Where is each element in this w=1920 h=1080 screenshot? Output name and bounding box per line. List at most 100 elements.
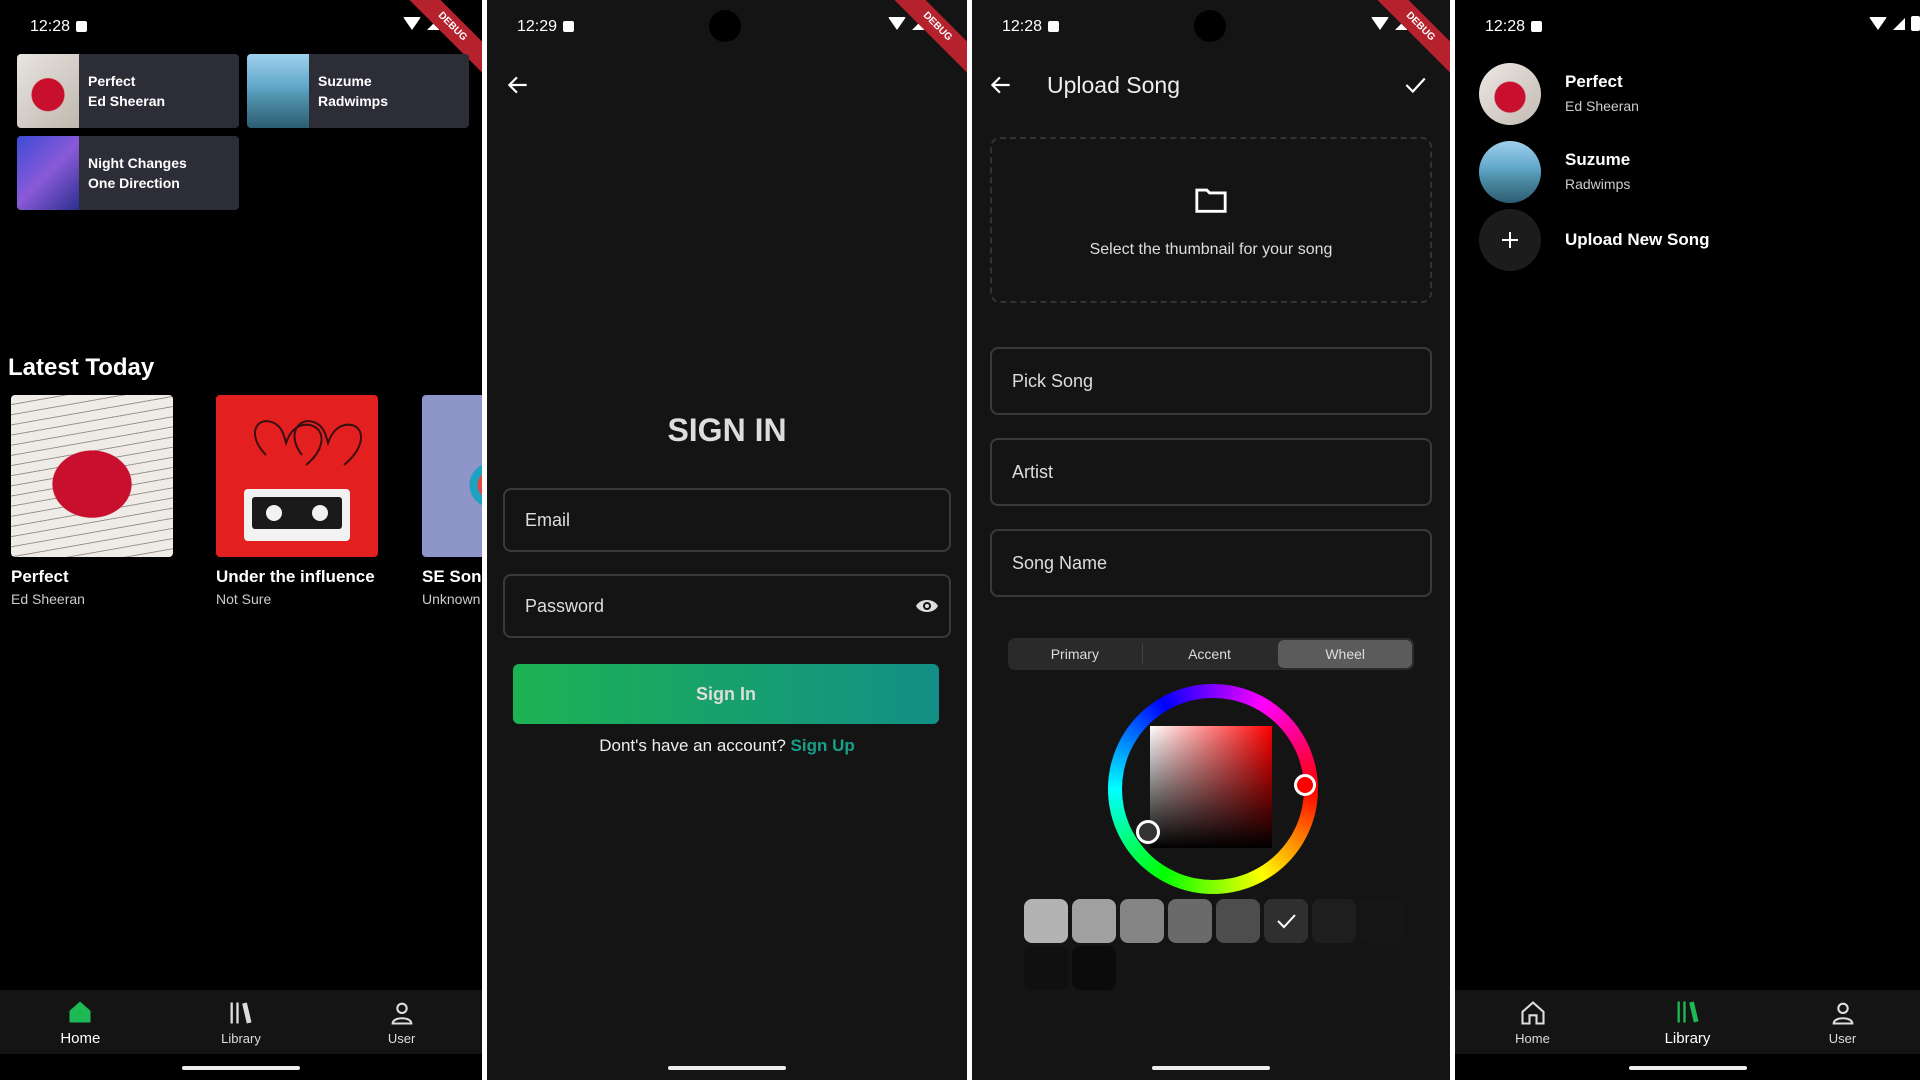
tab-accent[interactable]: Accent (1143, 638, 1277, 670)
library-artist: Radwimps (1565, 176, 1631, 192)
status-time: 12:28 (1002, 18, 1043, 35)
recent-card-night-changes[interactable]: Night Changes One Direction (17, 136, 239, 210)
cassette-heart-icon (244, 420, 362, 541)
bottom-nav: Home Library User (0, 990, 482, 1054)
camera-cutout (709, 10, 741, 42)
song-title: Perfect (11, 567, 69, 586)
signal-icon (1893, 17, 1905, 30)
upload-new-song-row[interactable]: Upload New Song (1479, 208, 1710, 272)
song-name-field[interactable]: Song Name (990, 529, 1432, 597)
library-screen: 12:28 Perfect Ed Sheeran Suzume Radwimps U… (1455, 0, 1920, 1080)
library-icon (230, 1002, 252, 1023)
status-bar: 12:28 (0, 14, 482, 40)
library-item-suzume[interactable]: Suzume Radwimps (1479, 140, 1630, 204)
password-field[interactable]: Password (503, 574, 951, 638)
nav-user[interactable]: User (342, 999, 462, 1046)
back-arrow-icon[interactable] (505, 72, 531, 98)
page-title: Upload Song (1047, 72, 1180, 98)
value-handle[interactable] (1136, 820, 1160, 844)
swatch-7[interactable] (1312, 899, 1356, 943)
home-indicator (1628, 1066, 1747, 1070)
status-bar: 12:28 (1455, 14, 1920, 40)
swatch-3[interactable] (1120, 899, 1164, 943)
song-artist: Unknown (422, 591, 481, 607)
notification-icon (1048, 21, 1060, 32)
album-art-se-song (422, 395, 482, 557)
swatch-8[interactable] (1360, 899, 1404, 943)
home-icon (69, 1001, 91, 1022)
section-title: Latest Today (8, 354, 155, 381)
song-artist: Not Sure (216, 591, 272, 607)
nav-library[interactable]: Library (181, 999, 301, 1046)
recent-artist: One Direction (88, 175, 180, 191)
wifi-icon (1371, 17, 1389, 30)
nav-label: User (1828, 1030, 1857, 1046)
nav-home[interactable]: Home (1473, 999, 1593, 1046)
tab-wheel[interactable]: Wheel (1278, 640, 1413, 668)
recent-title: Night Changes (88, 155, 187, 171)
notification-icon (563, 21, 575, 32)
nav-label: Library (1664, 1029, 1711, 1047)
nav-user[interactable]: User (1783, 999, 1903, 1046)
color-wheel[interactable] (1108, 684, 1318, 894)
swatch-1[interactable] (1024, 899, 1068, 943)
swatch-5[interactable] (1216, 899, 1260, 943)
eye-icon[interactable] (915, 594, 939, 618)
swatch-10[interactable] (1072, 946, 1116, 990)
song-tile-se-song[interactable]: SE Song Unknown (422, 395, 482, 607)
signup-link[interactable]: Sign Up (791, 736, 855, 755)
signin-button[interactable]: Sign In (513, 664, 939, 724)
nav-label: Home (60, 1029, 101, 1047)
library-artist: Ed Sheeran (1565, 98, 1639, 114)
saturation-square[interactable] (1150, 726, 1272, 848)
folder-icon (1195, 188, 1227, 213)
swatch-9[interactable] (1024, 946, 1068, 990)
recent-card-perfect[interactable]: Perfect Ed Sheeran (17, 54, 239, 128)
swatch-2[interactable] (1072, 899, 1116, 943)
battery-icon (1911, 16, 1920, 31)
back-arrow-icon[interactable] (988, 72, 1014, 98)
tab-primary[interactable]: Primary (1008, 644, 1143, 664)
upload-new-label: Upload New Song (1565, 230, 1710, 249)
status-time: 12:28 (1485, 18, 1526, 35)
song-tile-under-the-influence[interactable]: Under the influence Not Sure (216, 395, 380, 607)
status-time: 12:29 (517, 18, 558, 35)
notification-icon (76, 21, 88, 32)
swatch-6-selected[interactable] (1264, 899, 1308, 943)
home-icon (1520, 1000, 1545, 1025)
recent-title: Perfect (88, 73, 136, 89)
user-icon (391, 1002, 413, 1025)
status-bar: 12:28 (972, 10, 1450, 42)
swatch-4[interactable] (1168, 899, 1212, 943)
library-item-perfect[interactable]: Perfect Ed Sheeran (1479, 62, 1639, 126)
song-tile-perfect[interactable]: Perfect Ed Sheeran (11, 395, 175, 607)
signin-screen: 12:29 DEBUG SIGN IN Email Password Sign … (487, 0, 967, 1080)
album-art-suzume (1479, 141, 1541, 203)
signin-title: SIGN IN (667, 412, 787, 448)
album-art-night-changes (17, 136, 79, 210)
song-artist: Ed Sheeran (11, 591, 85, 607)
password-placeholder: Password (525, 595, 605, 616)
notification-icon (1531, 21, 1543, 32)
color-picker-tabs: Primary Accent Wheel (1008, 638, 1414, 670)
recent-title: Suzume (318, 73, 372, 89)
library-title: Perfect (1565, 72, 1623, 91)
library-icon (1677, 1001, 1698, 1022)
camera-cutout (1194, 10, 1226, 42)
thumbnail-picker[interactable]: Select the thumbnail for your song (990, 137, 1432, 303)
nav-home[interactable]: Home (20, 998, 140, 1047)
recent-card-suzume[interactable]: Suzume Radwimps (247, 54, 469, 128)
album-art-suzume (247, 54, 309, 128)
hue-handle[interactable] (1294, 774, 1316, 796)
status-bar: 12:29 (487, 10, 967, 42)
album-art-perfect (11, 395, 173, 557)
nav-library[interactable]: Library (1628, 998, 1748, 1047)
pick-song-field[interactable]: Pick Song (990, 347, 1432, 415)
email-field[interactable]: Email (503, 488, 951, 552)
artist-field[interactable]: Artist (990, 438, 1432, 506)
check-icon[interactable] (1402, 72, 1428, 98)
plus-icon (1502, 232, 1518, 248)
add-button[interactable] (1479, 209, 1541, 271)
song-title: Under the influence (216, 567, 375, 586)
recent-artist: Radwimps (318, 93, 389, 109)
